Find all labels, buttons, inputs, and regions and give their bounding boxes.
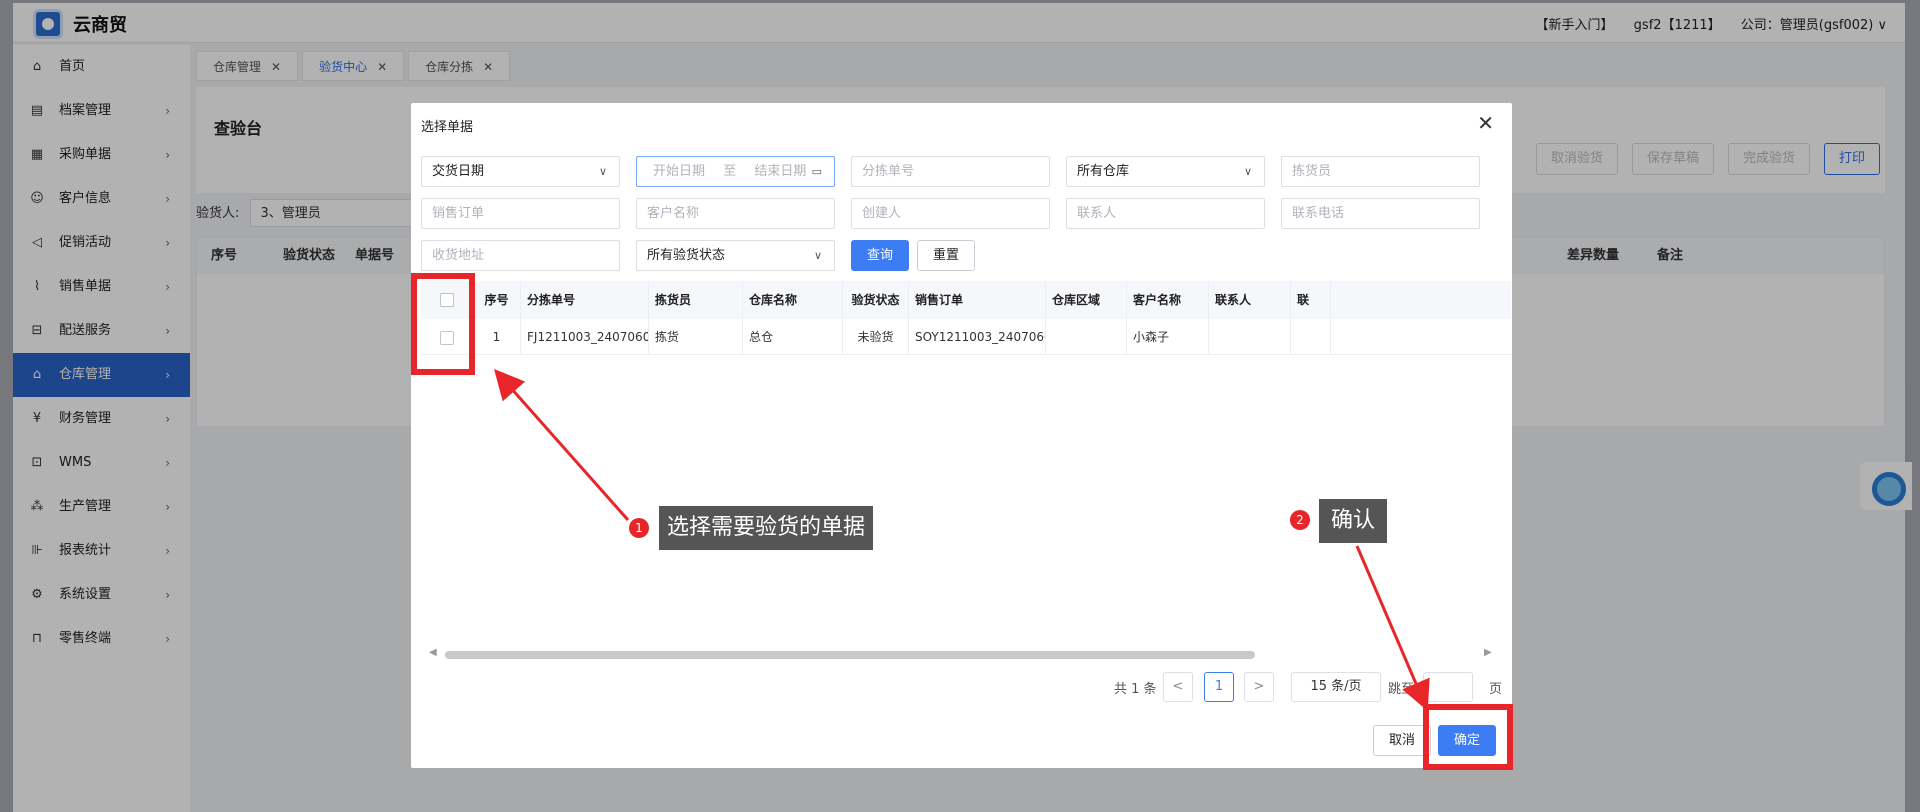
- annotation-arrows: [494, 369, 1430, 712]
- step2-badge: 2: [1290, 510, 1310, 530]
- arrow-step1: [494, 369, 630, 521]
- step1-callout: 选择需要验货的单据: [659, 506, 874, 550]
- step1-badge: 1: [629, 518, 649, 538]
- arrow-step2: [1355, 545, 1430, 712]
- step2-callout: 确认: [1319, 499, 1388, 543]
